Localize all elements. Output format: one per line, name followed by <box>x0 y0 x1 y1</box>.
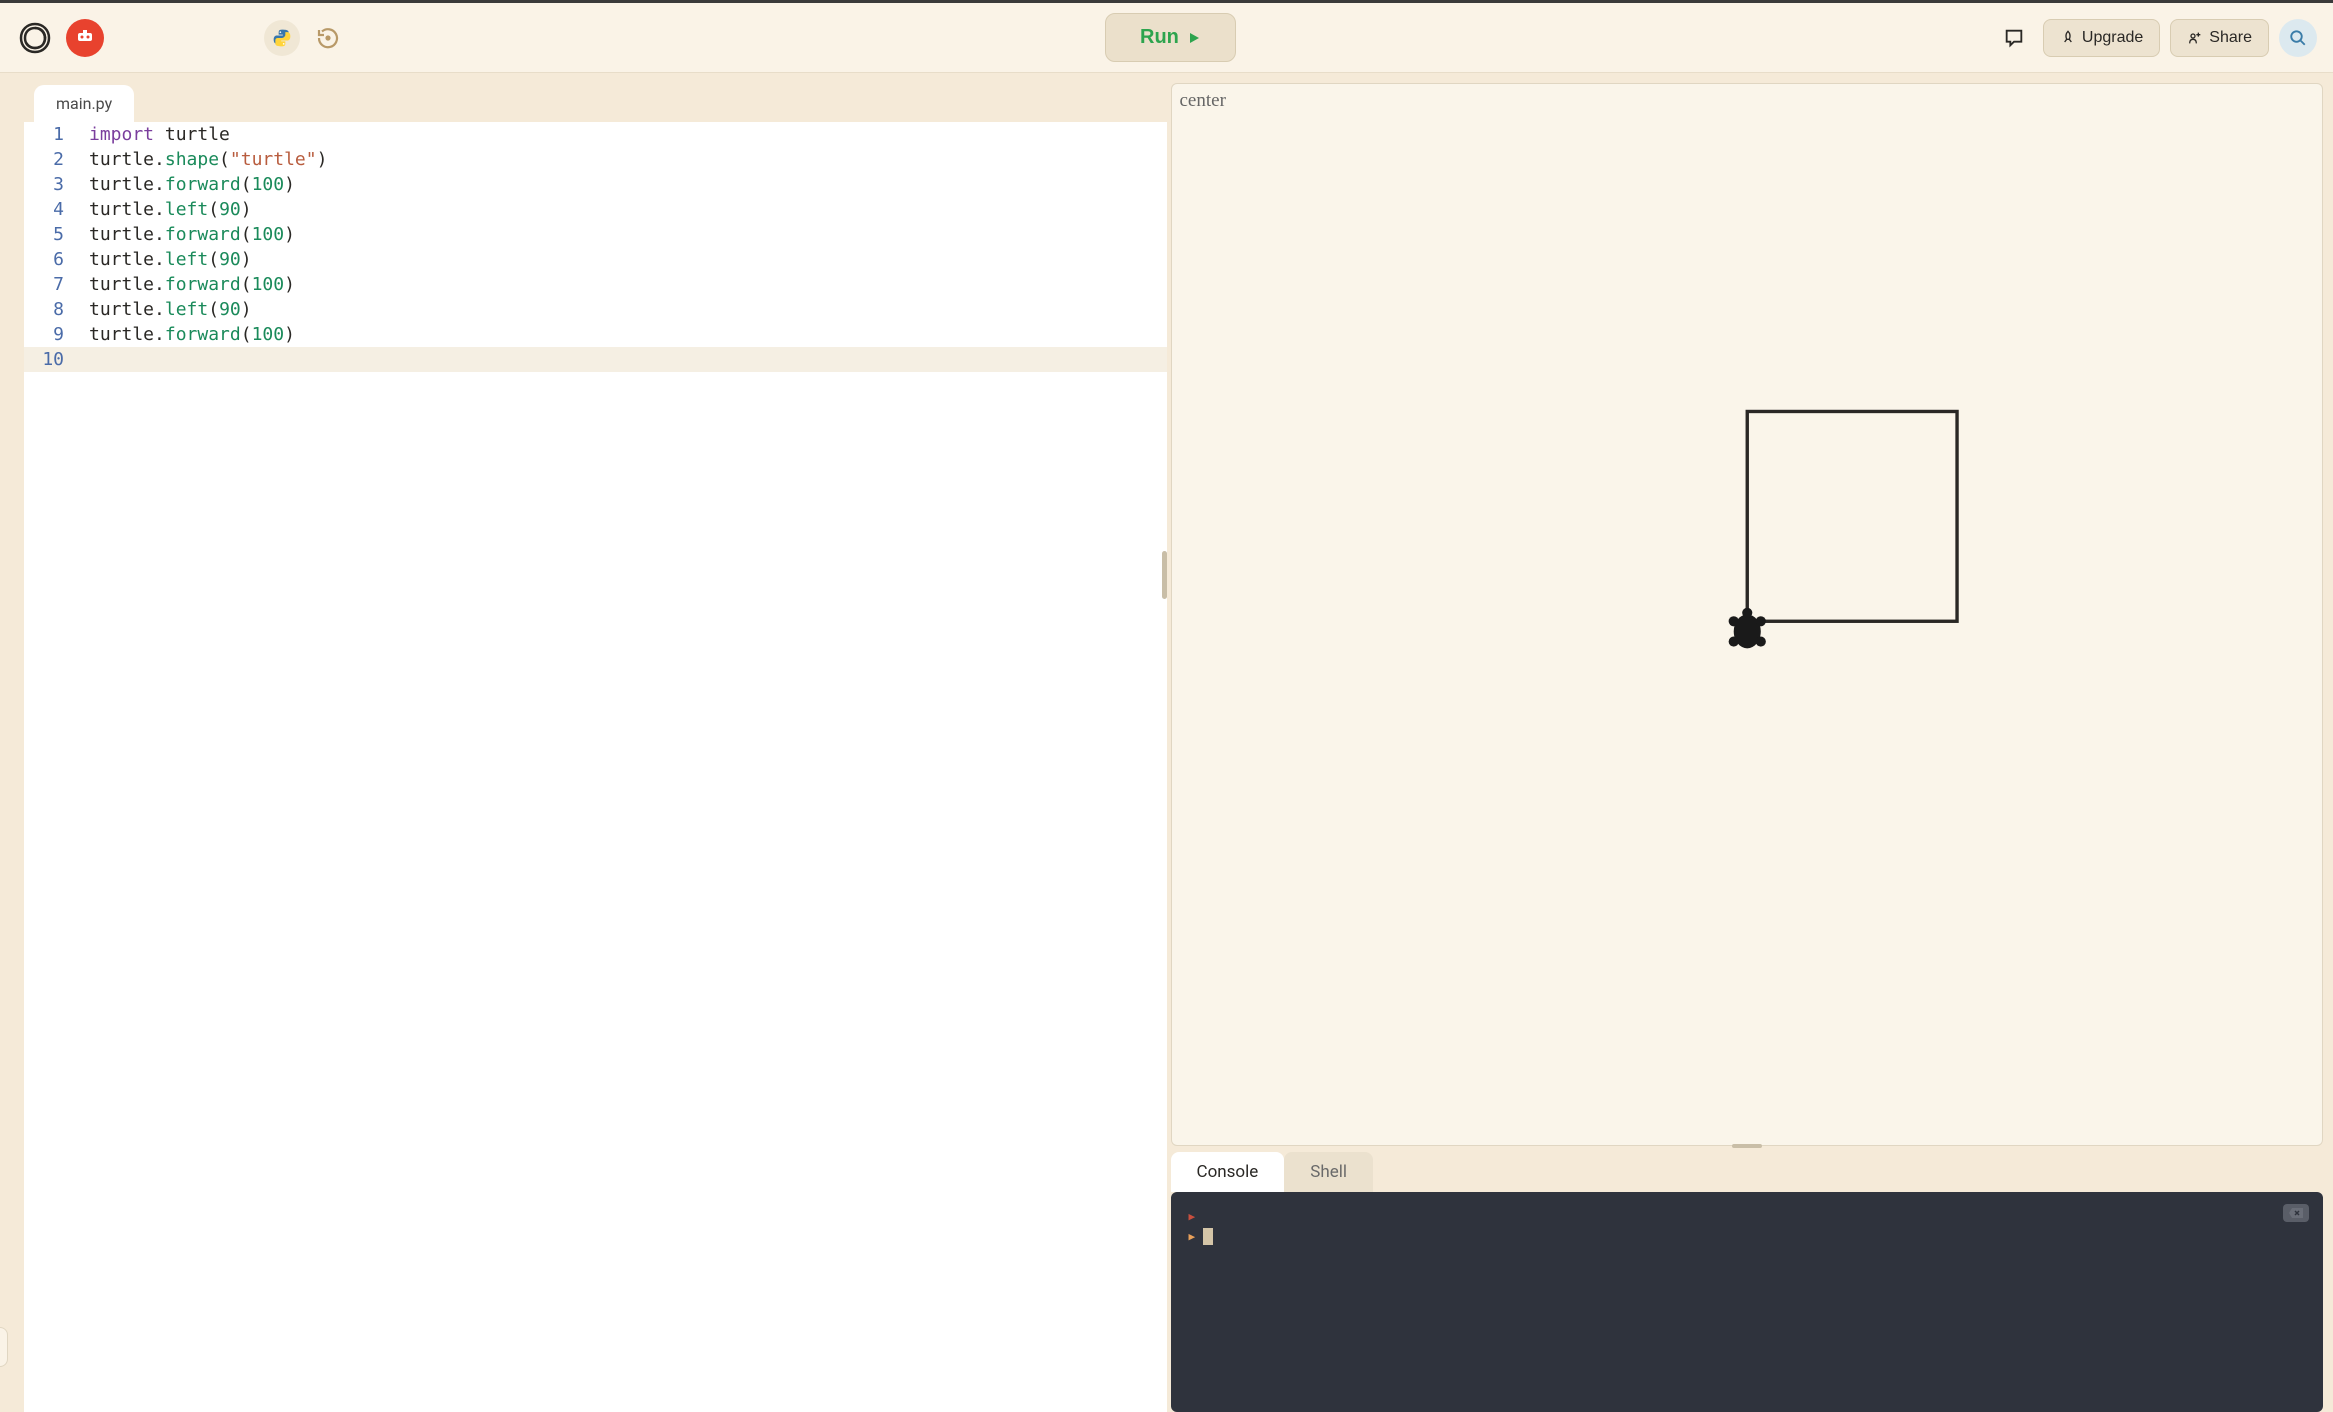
share-button[interactable]: Share <box>2170 19 2269 57</box>
line-number: 1 <box>24 122 89 147</box>
code-line[interactable]: 7turtle.forward(100) <box>24 272 1167 297</box>
code-line[interactable]: 4turtle.left(90) <box>24 197 1167 222</box>
line-number: 7 <box>24 272 89 297</box>
output-panel: center <box>1171 83 2324 1146</box>
app-logo[interactable] <box>16 19 54 57</box>
code-line[interactable]: 5turtle.forward(100) <box>24 222 1167 247</box>
code-line[interactable]: 8turtle.left(90) <box>24 297 1167 322</box>
search-icon <box>2289 29 2307 47</box>
line-number: 10 <box>24 347 89 372</box>
line-content: turtle.left(90) <box>89 247 1167 272</box>
backspace-icon <box>2288 1207 2304 1219</box>
console-section: Console Shell ▶ ▶ <box>1171 1152 2324 1412</box>
user-avatar[interactable] <box>66 19 104 57</box>
comment-icon[interactable] <box>1995 19 2033 57</box>
line-content: turtle.forward(100) <box>89 222 1167 247</box>
line-number: 9 <box>24 322 89 347</box>
tab-console[interactable]: Console <box>1171 1152 1285 1192</box>
prompt-icon: ▶ <box>1189 1210 1196 1223</box>
line-content: turtle.forward(100) <box>89 272 1167 297</box>
prompt-icon: ▶ <box>1189 1230 1196 1243</box>
line-content: import turtle <box>89 122 1167 147</box>
search-button[interactable] <box>2279 19 2317 57</box>
right-panel: center Console <box>1167 73 2333 1412</box>
play-icon <box>1187 31 1201 45</box>
left-drawer-handle[interactable] <box>0 1327 8 1367</box>
code-line[interactable]: 6turtle.left(90) <box>24 247 1167 272</box>
code-line[interactable]: 10 <box>24 347 1167 372</box>
line-content: turtle.forward(100) <box>89 172 1167 197</box>
run-button[interactable]: Run <box>1105 13 1236 62</box>
line-number: 2 <box>24 147 89 172</box>
code-line[interactable]: 3turtle.forward(100) <box>24 172 1167 197</box>
line-number: 8 <box>24 297 89 322</box>
header: Run Upgrade Share <box>0 3 2333 73</box>
line-number: 6 <box>24 247 89 272</box>
code-line[interactable]: 1import turtle <box>24 122 1167 147</box>
file-tab-label: main.py <box>56 94 112 113</box>
line-number: 5 <box>24 222 89 247</box>
editor-section: main.py 1import turtle2turtle.shape("tur… <box>10 73 1167 1412</box>
history-icon[interactable] <box>310 20 346 56</box>
python-icon[interactable] <box>264 20 300 56</box>
line-content <box>89 347 1167 372</box>
share-label: Share <box>2209 29 2252 47</box>
line-content: turtle.left(90) <box>89 297 1167 322</box>
clear-console-button[interactable] <box>2283 1204 2309 1222</box>
console-body[interactable]: ▶ ▶ <box>1171 1192 2324 1412</box>
horizontal-resize-handle[interactable] <box>1732 1144 1762 1148</box>
line-number: 3 <box>24 172 89 197</box>
console-cursor <box>1203 1228 1213 1245</box>
code-editor[interactable]: 1import turtle2turtle.shape("turtle")3tu… <box>24 122 1167 1412</box>
file-tab[interactable]: main.py <box>34 85 134 122</box>
upgrade-button[interactable]: Upgrade <box>2043 19 2160 57</box>
share-icon <box>2187 30 2203 46</box>
line-content: turtle.left(90) <box>89 197 1167 222</box>
code-line[interactable]: 9turtle.forward(100) <box>24 322 1167 347</box>
tab-shell[interactable]: Shell <box>1284 1152 1373 1192</box>
turtle-canvas <box>1172 84 2323 1145</box>
run-button-label: Run <box>1140 26 1179 49</box>
line-content: turtle.shape("turtle") <box>89 147 1167 172</box>
line-content: turtle.forward(100) <box>89 322 1167 347</box>
vertical-resize-handle[interactable] <box>1162 551 1167 599</box>
line-number: 4 <box>24 197 89 222</box>
code-line[interactable]: 2turtle.shape("turtle") <box>24 147 1167 172</box>
upgrade-label: Upgrade <box>2082 29 2143 47</box>
rocket-icon <box>2060 30 2076 46</box>
